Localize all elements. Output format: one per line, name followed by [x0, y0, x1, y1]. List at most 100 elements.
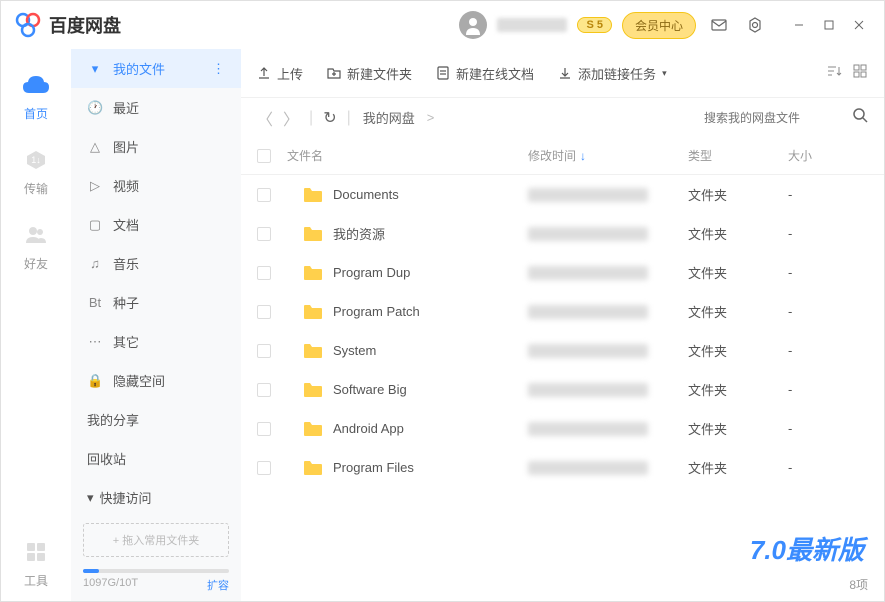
app-logo[interactable]: 百度网盘: [13, 10, 121, 40]
refresh-icon[interactable]: ↻: [323, 108, 336, 128]
file-type: 文件夹: [688, 302, 788, 321]
sidebar-item-videos[interactable]: ▷ 视频: [71, 166, 241, 205]
row-checkbox[interactable]: [257, 383, 271, 397]
user-avatar[interactable]: [459, 11, 487, 39]
row-checkbox[interactable]: [257, 305, 271, 319]
more-icon[interactable]: ⋮: [212, 61, 225, 77]
sidebar-dropbox[interactable]: + 拖入常用文件夹: [83, 523, 229, 557]
nav-home-label: 首页: [24, 105, 48, 122]
nav-forward-icon[interactable]: 〉: [283, 106, 299, 130]
sidebar-item-docs[interactable]: ▢文档: [71, 205, 241, 244]
file-row[interactable]: Program Patch 文件夹 -: [241, 292, 884, 331]
table-header: 文件名 修改时间 ↓ 类型 大小: [241, 137, 884, 175]
search-input[interactable]: [704, 111, 844, 125]
file-date-blurred: [528, 422, 648, 436]
svg-text:1↓: 1↓: [31, 155, 41, 165]
content: 上传 新建文件夹 新建在线文档 添加链接任务 ▾ 〈: [241, 49, 884, 601]
sidebar-recycle[interactable]: 回收站: [71, 439, 241, 478]
file-name: Program Dup: [333, 265, 410, 280]
add-link-button[interactable]: 添加链接任务 ▾: [558, 64, 667, 83]
upload-button[interactable]: 上传: [257, 64, 303, 83]
file-row[interactable]: Program Files 文件夹 -: [241, 448, 884, 487]
sidebar-item-seeds[interactable]: Bt种子: [71, 283, 241, 322]
chevron-down-icon: ▾: [87, 490, 94, 506]
nav-home[interactable]: 首页: [20, 69, 52, 122]
search-icon[interactable]: [852, 107, 868, 128]
sidebar-item-other[interactable]: ⋯ 其它: [71, 322, 241, 361]
sidebar-item-label: 我的文件: [113, 59, 165, 78]
toolbar: 上传 新建文件夹 新建在线文档 添加链接任务 ▾: [241, 49, 884, 97]
row-checkbox[interactable]: [257, 188, 271, 202]
sidebar-item-label: 视频: [113, 176, 139, 195]
hidden-icon: 🔒: [87, 373, 103, 389]
row-checkbox[interactable]: [257, 344, 271, 358]
column-type[interactable]: 类型: [688, 147, 788, 164]
file-type: 文件夹: [688, 419, 788, 438]
other-icon: ⋯: [87, 334, 103, 350]
row-checkbox[interactable]: [257, 266, 271, 280]
sidebar-item-label: 文档: [113, 215, 139, 234]
vip-button[interactable]: 会员中心: [622, 12, 696, 39]
nav-tools[interactable]: 工具: [20, 536, 52, 589]
app-name: 百度网盘: [49, 12, 121, 38]
sort-icon[interactable]: [826, 63, 842, 84]
sidebar-item-hidden[interactable]: 🔒隐藏空间: [71, 361, 241, 400]
grid-view-icon[interactable]: [852, 63, 868, 84]
sidebar-item-my-files[interactable]: ▾ 我的文件 ⋮: [71, 49, 241, 88]
videos-icon: ▷: [87, 178, 103, 194]
upload-icon: [257, 66, 271, 80]
settings-icon[interactable]: [742, 12, 768, 38]
coin-badge[interactable]: S 5: [577, 17, 612, 33]
nav-transfer-label: 传输: [24, 180, 48, 197]
expand-storage-link[interactable]: 扩容: [207, 577, 229, 593]
minimize-button[interactable]: [786, 12, 812, 38]
file-name: Program Files: [333, 460, 414, 475]
file-row[interactable]: Software Big 文件夹 -: [241, 370, 884, 409]
sidebar-item-recent[interactable]: 🕐最近: [71, 88, 241, 127]
select-all-checkbox[interactable]: [257, 149, 271, 163]
column-size[interactable]: 大小: [788, 147, 868, 164]
sidebar-item-music[interactable]: ♫音乐: [71, 244, 241, 283]
file-name: Android App: [333, 421, 404, 436]
my-files-icon: ▾: [87, 61, 103, 77]
file-row[interactable]: Android App 文件夹 -: [241, 409, 884, 448]
close-button[interactable]: [846, 12, 872, 38]
file-type: 文件夹: [688, 263, 788, 282]
file-date-blurred: [528, 383, 648, 397]
new-folder-icon: [327, 66, 341, 80]
file-row[interactable]: Documents 文件夹 -: [241, 175, 884, 214]
sidebar-my-share[interactable]: 我的分享: [71, 400, 241, 439]
file-row[interactable]: System 文件夹 -: [241, 331, 884, 370]
sidebar-quick-access[interactable]: ▾ 快捷访问: [71, 478, 241, 517]
file-row[interactable]: Program Dup 文件夹 -: [241, 253, 884, 292]
mail-icon[interactable]: [706, 12, 732, 38]
left-nav: 首页 1↓ 传输 好友 工具: [1, 49, 71, 601]
file-date-blurred: [528, 461, 648, 475]
sidebar-item-label: 其它: [113, 332, 139, 351]
music-icon: ♫: [87, 256, 103, 271]
breadcrumb-sep: >: [427, 110, 435, 125]
folder-icon: [303, 226, 323, 242]
new-doc-button[interactable]: 新建在线文档: [436, 64, 534, 83]
maximize-button[interactable]: [816, 12, 842, 38]
row-checkbox[interactable]: [257, 461, 271, 475]
nav-back-icon[interactable]: 〈: [257, 106, 273, 130]
watermark: 7.0最新版: [750, 530, 864, 567]
new-folder-button[interactable]: 新建文件夹: [327, 64, 412, 83]
row-checkbox[interactable]: [257, 422, 271, 436]
folder-icon: [303, 187, 323, 203]
column-time[interactable]: 修改时间 ↓: [528, 147, 688, 164]
file-size: -: [788, 382, 868, 397]
file-type: 文件夹: [688, 380, 788, 399]
file-size: -: [788, 460, 868, 475]
file-row[interactable]: 我的资源 文件夹 -: [241, 214, 884, 253]
breadcrumb-root[interactable]: 我的网盘: [363, 108, 415, 127]
column-name[interactable]: 文件名: [287, 147, 528, 164]
nav-transfer[interactable]: 1↓ 传输: [20, 144, 52, 197]
row-checkbox[interactable]: [257, 227, 271, 241]
file-type: 文件夹: [688, 458, 788, 477]
sidebar-item-label: 图片: [113, 137, 139, 156]
sidebar-item-images[interactable]: △图片: [71, 127, 241, 166]
nav-friends[interactable]: 好友: [20, 219, 52, 272]
file-size: -: [788, 343, 868, 358]
